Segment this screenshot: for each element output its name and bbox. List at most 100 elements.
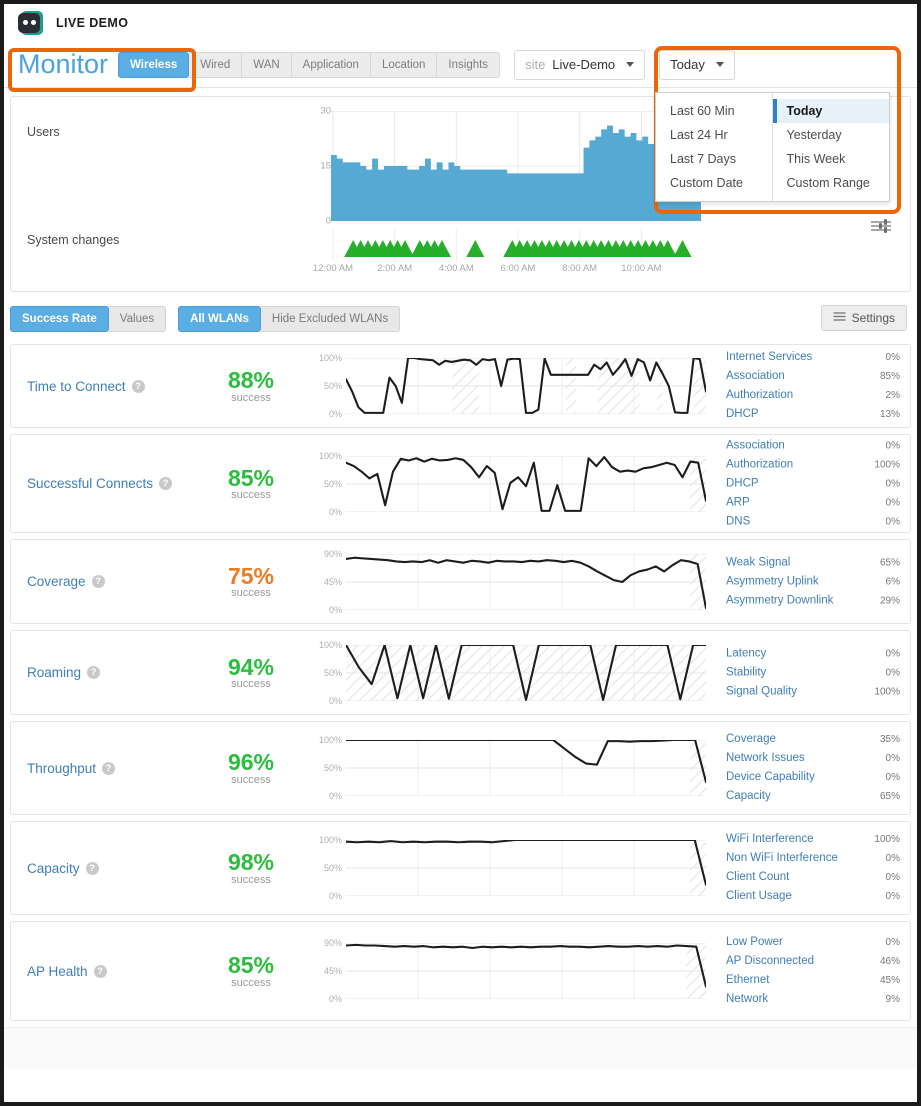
tab-insights[interactable]: Insights bbox=[437, 51, 501, 78]
date-range-value: Today bbox=[670, 57, 705, 72]
button-values[interactable]: Values bbox=[108, 306, 167, 332]
date-range-selector[interactable]: Today bbox=[659, 49, 735, 80]
legend-item-label[interactable]: Latency bbox=[726, 644, 766, 663]
legend-item-label[interactable]: Authorization bbox=[726, 386, 793, 405]
page-title: Monitor bbox=[18, 49, 109, 79]
legend-item-label[interactable]: ARP bbox=[726, 493, 750, 512]
legend-item-label[interactable]: DHCP bbox=[726, 474, 759, 493]
legend-row: Internet Services 0% bbox=[726, 348, 900, 367]
metric-y-tick: 45% bbox=[323, 576, 342, 587]
legend-row: Network 9% bbox=[726, 990, 900, 1009]
metric-percent: 96% bbox=[227, 749, 275, 776]
help-icon[interactable]: ? bbox=[85, 861, 99, 875]
sliders-icon[interactable] bbox=[870, 217, 892, 235]
legend-item-label[interactable]: Low Power bbox=[726, 933, 783, 952]
legend-row: Non WiFi Interference 0% bbox=[726, 849, 900, 868]
legend-item-value: 0% bbox=[885, 478, 900, 489]
legend-row: Association 0% bbox=[726, 436, 900, 455]
metric-y-axis: 100% 50% 0% bbox=[311, 735, 345, 801]
help-icon[interactable]: ? bbox=[87, 666, 101, 679]
help-icon[interactable]: ? bbox=[102, 761, 116, 775]
legend-item-value: 100% bbox=[874, 459, 900, 470]
dropdown-item-last-7-days[interactable]: Last 7 Days bbox=[656, 147, 772, 171]
dropdown-item-custom-range[interactable]: Custom Range bbox=[773, 171, 890, 195]
legend-item-label[interactable]: Weak Signal bbox=[726, 553, 790, 572]
dropdown-item-last-60-min[interactable]: Last 60 Min bbox=[656, 99, 772, 123]
metric-row: Capacity? 98% success 100% 50% 0% WiFi Interfe… bbox=[10, 821, 911, 915]
legend-item-label[interactable]: Non WiFi Interference bbox=[726, 849, 838, 868]
metric-percent: 88% bbox=[227, 367, 275, 394]
legend-item-label[interactable]: Device Capability bbox=[726, 768, 815, 787]
tab-wired[interactable]: Wired bbox=[189, 51, 243, 78]
app-window: LIVE DEMO Monitor Wireless Wired WAN App… bbox=[0, 0, 921, 1106]
legend-row: Asymmetry Uplink 6% bbox=[726, 572, 900, 591]
legend-item-label[interactable]: Authorization bbox=[726, 455, 793, 474]
tab-location[interactable]: Location bbox=[370, 51, 438, 78]
system-changes-chart bbox=[331, 229, 701, 261]
legend-item-label[interactable]: Asymmetry Downlink bbox=[726, 591, 833, 610]
date-range-dropdown[interactable]: Last 60 Min Last 24 Hr Last 7 Days Custo… bbox=[655, 92, 890, 202]
legend-item-label[interactable]: Asymmetry Uplink bbox=[726, 572, 819, 591]
legend-item-value: 0% bbox=[885, 516, 900, 527]
metric-success-label: success bbox=[231, 587, 271, 600]
legend-item-value: 29% bbox=[879, 595, 900, 606]
legend-item-label[interactable]: Client Usage bbox=[726, 887, 792, 906]
legend-item-label[interactable]: Association bbox=[726, 367, 785, 386]
metric-row: Roaming? 94% success 100% 50% 0% Latency 0% Stab… bbox=[10, 630, 911, 715]
settings-button[interactable]: Settings bbox=[820, 305, 907, 331]
site-selector-hint: site bbox=[525, 57, 546, 72]
overview-x-tick: 4:00 AM bbox=[438, 263, 474, 274]
tab-wan[interactable]: WAN bbox=[242, 51, 292, 78]
metric-y-tick: 0% bbox=[328, 695, 342, 706]
help-icon[interactable]: ? bbox=[131, 379, 145, 393]
legend-item-label[interactable]: Network bbox=[726, 990, 768, 1009]
legend-row: Asymmetry Downlink 29% bbox=[726, 591, 900, 610]
legend-item-label[interactable]: Coverage bbox=[726, 730, 776, 749]
metric-success-label: success bbox=[231, 391, 271, 404]
legend-item-value: 0% bbox=[885, 440, 900, 451]
metric-name-label: Time to Connect bbox=[27, 378, 126, 394]
tab-wireless[interactable]: Wireless bbox=[118, 51, 190, 78]
legend-item-label[interactable]: DHCP bbox=[726, 405, 759, 424]
legend-item-label[interactable]: Internet Services bbox=[726, 348, 812, 367]
system-changes-label: System changes bbox=[27, 233, 120, 247]
help-icon[interactable]: ? bbox=[93, 964, 107, 978]
legend-item-label[interactable]: Signal Quality bbox=[726, 682, 797, 701]
dropdown-item-last-24-hr[interactable]: Last 24 Hr bbox=[656, 123, 772, 147]
metric-percent: 85% bbox=[227, 464, 275, 491]
legend-row: Network Issues 0% bbox=[726, 749, 900, 768]
metric-row: Coverage? 75% success 90% 45% 0% Weak Signal 65… bbox=[10, 539, 911, 624]
legend-item-label[interactable]: DNS bbox=[726, 512, 750, 531]
metric-y-tick: 0% bbox=[328, 506, 342, 517]
metric-row: Time to Connect? 88% success 100% 50% 0% Inter… bbox=[10, 344, 911, 428]
legend-row: Device Capability 0% bbox=[726, 768, 900, 787]
footer-strip bbox=[4, 1027, 917, 1069]
dropdown-item-today[interactable]: Today bbox=[772, 99, 889, 123]
legend-item-label[interactable]: Network Issues bbox=[726, 749, 805, 768]
button-hide-excluded-wlans[interactable]: Hide Excluded WLANs bbox=[260, 306, 401, 332]
overview-x-tick: 12:00 AM bbox=[312, 263, 354, 274]
metric-y-axis: 90% 45% 0% bbox=[311, 938, 345, 1004]
legend-item-label[interactable]: Ethernet bbox=[726, 971, 769, 990]
legend-item-label[interactable]: Capacity bbox=[726, 787, 771, 806]
dropdown-item-custom-date[interactable]: Custom Date bbox=[656, 171, 772, 195]
legend-item-label[interactable]: Stability bbox=[726, 663, 766, 682]
legend-item-label[interactable]: Association bbox=[726, 436, 785, 455]
legend-item-label[interactable]: Client Count bbox=[726, 868, 789, 887]
legend-item-label[interactable]: AP Disconnected bbox=[726, 952, 814, 971]
site-selector[interactable]: site Live-Demo bbox=[514, 49, 646, 80]
legend-item-label[interactable]: WiFi Interference bbox=[726, 830, 814, 849]
legend-row: Client Usage 0% bbox=[726, 887, 900, 906]
users-y-tick: 15 bbox=[320, 160, 331, 172]
tab-application[interactable]: Application bbox=[291, 51, 371, 78]
help-icon[interactable]: ? bbox=[159, 477, 173, 490]
dropdown-item-this-week[interactable]: This Week bbox=[773, 147, 890, 171]
legend-item-value: 13% bbox=[879, 409, 900, 420]
button-all-wlans[interactable]: All WLANs bbox=[178, 306, 261, 332]
button-success-rate[interactable]: Success Rate bbox=[10, 306, 109, 332]
help-icon[interactable]: ? bbox=[91, 575, 105, 588]
dropdown-item-yesterday[interactable]: Yesterday bbox=[773, 123, 890, 147]
metric-name-label: AP Health bbox=[27, 963, 88, 979]
legend-row: DHCP 0% bbox=[726, 474, 900, 493]
legend-item-value: 65% bbox=[879, 557, 900, 568]
